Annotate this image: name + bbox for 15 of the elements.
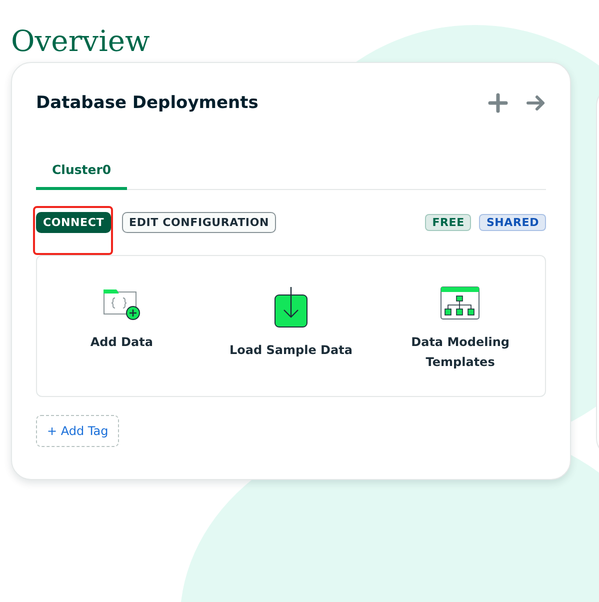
tier-tag: SHARED	[479, 214, 546, 230]
option-link[interactable]: Add Data	[52, 332, 192, 352]
option-link[interactable]: Load Sample Data	[220, 340, 361, 360]
option-link[interactable]: Data Modeling Templates	[390, 332, 530, 372]
diagram-icon	[440, 286, 480, 320]
download-icon	[274, 286, 308, 328]
add-icon[interactable]	[488, 93, 508, 113]
connect-button[interactable]: CONNECT	[36, 212, 112, 233]
page-title: Overview	[11, 23, 151, 60]
add-tag-button[interactable]: + Add Tag	[36, 415, 120, 447]
arrow-right-icon[interactable]	[526, 94, 546, 112]
edit-button[interactable]: EDIT CONFIGURATION	[122, 212, 276, 233]
tier-tag: FREE	[425, 214, 472, 230]
cluster-tab[interactable]: Cluster0	[36, 156, 128, 190]
card-title: Database Deployments	[36, 93, 258, 113]
